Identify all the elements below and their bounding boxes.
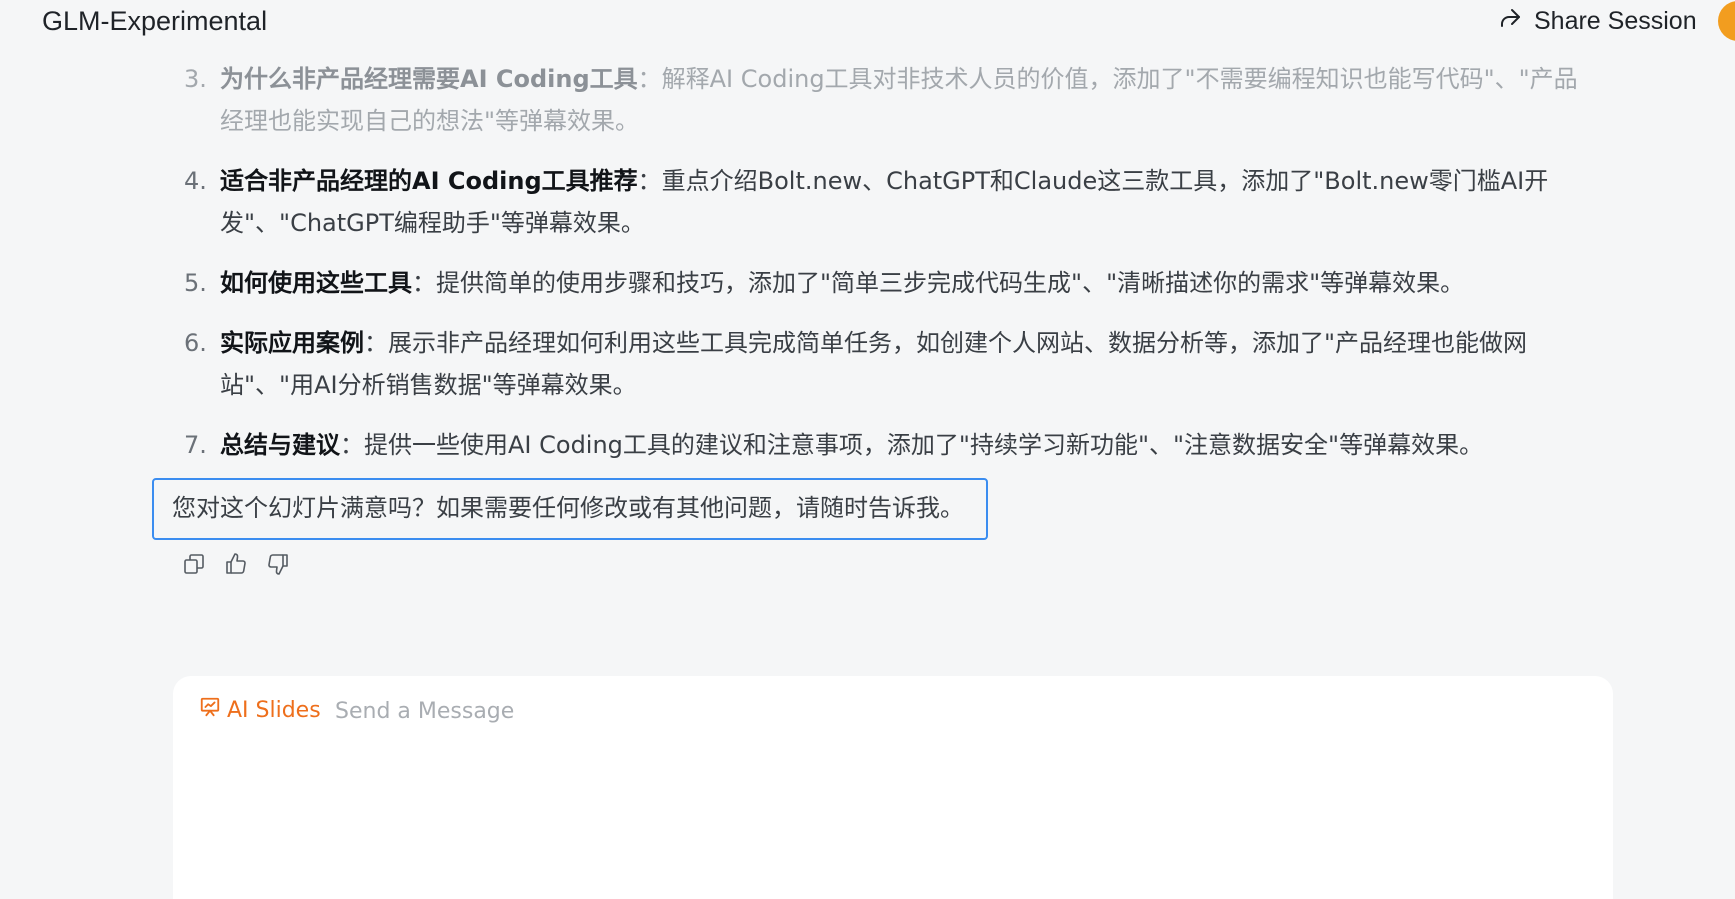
share-icon	[1498, 6, 1522, 37]
list-item-number: 3.	[184, 65, 207, 93]
message-input[interactable]	[333, 692, 1537, 730]
share-session-label: Share Session	[1534, 6, 1697, 35]
list-item: 6. 实际应用案例：展示非产品经理如何利用这些工具完成简单任务，如创建个人网站、…	[160, 322, 1600, 406]
list-item-number: 6.	[184, 329, 207, 357]
list-item: 4. 适合非产品经理的AI Coding工具推荐：重点介绍Bolt.new、Ch…	[160, 160, 1600, 244]
ai-slides-label: AI Slides	[227, 697, 321, 723]
list-item-title: 如何使用这些工具	[220, 269, 412, 297]
copy-icon	[182, 552, 206, 580]
thumbs-down-button[interactable]	[264, 552, 292, 580]
list-item-number: 5.	[184, 269, 207, 297]
ai-slides-mode-button[interactable]: AI Slides	[199, 694, 321, 726]
chat-page: GLM-Experimental Share Session 3. 为什么非产品…	[0, 0, 1735, 899]
thumbs-up-icon	[224, 552, 248, 580]
list-item-title: 实际应用案例	[220, 329, 364, 357]
list-item: 3. 为什么非产品经理需要AI Coding工具：解释AI Coding工具对非…	[160, 58, 1600, 142]
list-item-text: ：提供简单的使用步骤和技巧，添加了"简单三步完成代码生成"、"清晰描述你的需求"…	[412, 269, 1465, 297]
list-item-text: ：提供一些使用AI Coding工具的建议和注意事项，添加了"持续学习新功能"、…	[340, 431, 1484, 459]
top-bar: GLM-Experimental Share Session	[0, 0, 1735, 42]
list-item: 5. 如何使用这些工具：提供简单的使用步骤和技巧，添加了"简单三步完成代码生成"…	[160, 262, 1600, 304]
list-item-title: 适合非产品经理的AI Coding工具推荐	[220, 167, 638, 195]
assistant-message-list: 3. 为什么非产品经理需要AI Coding工具：解释AI Coding工具对非…	[160, 58, 1600, 484]
app-title: GLM-Experimental	[42, 6, 268, 36]
presentation-icon	[199, 696, 221, 724]
list-item-title: 总结与建议	[220, 431, 340, 459]
message-actions	[180, 552, 292, 580]
copy-button[interactable]	[180, 552, 208, 580]
list-item-number: 4.	[184, 167, 207, 195]
share-session-button[interactable]: Share Session	[1498, 4, 1697, 38]
list-item: 7. 总结与建议：提供一些使用AI Coding工具的建议和注意事项，添加了"持…	[160, 424, 1600, 466]
list-item-number: 7.	[184, 431, 207, 459]
list-item-text: ：展示非产品经理如何利用这些工具完成简单任务，如创建个人网站、数据分析等，添加了…	[220, 329, 1528, 399]
list-item-title: 为什么非产品经理需要AI Coding工具	[220, 65, 638, 93]
thumbs-down-icon	[266, 552, 290, 580]
avatar[interactable]	[1718, 1, 1735, 41]
message-composer: AI Slides	[173, 676, 1613, 899]
closing-note: 您对这个幻灯片满意吗？如果需要任何修改或有其他问题，请随时告诉我。	[152, 478, 988, 540]
thumbs-up-button[interactable]	[222, 552, 250, 580]
